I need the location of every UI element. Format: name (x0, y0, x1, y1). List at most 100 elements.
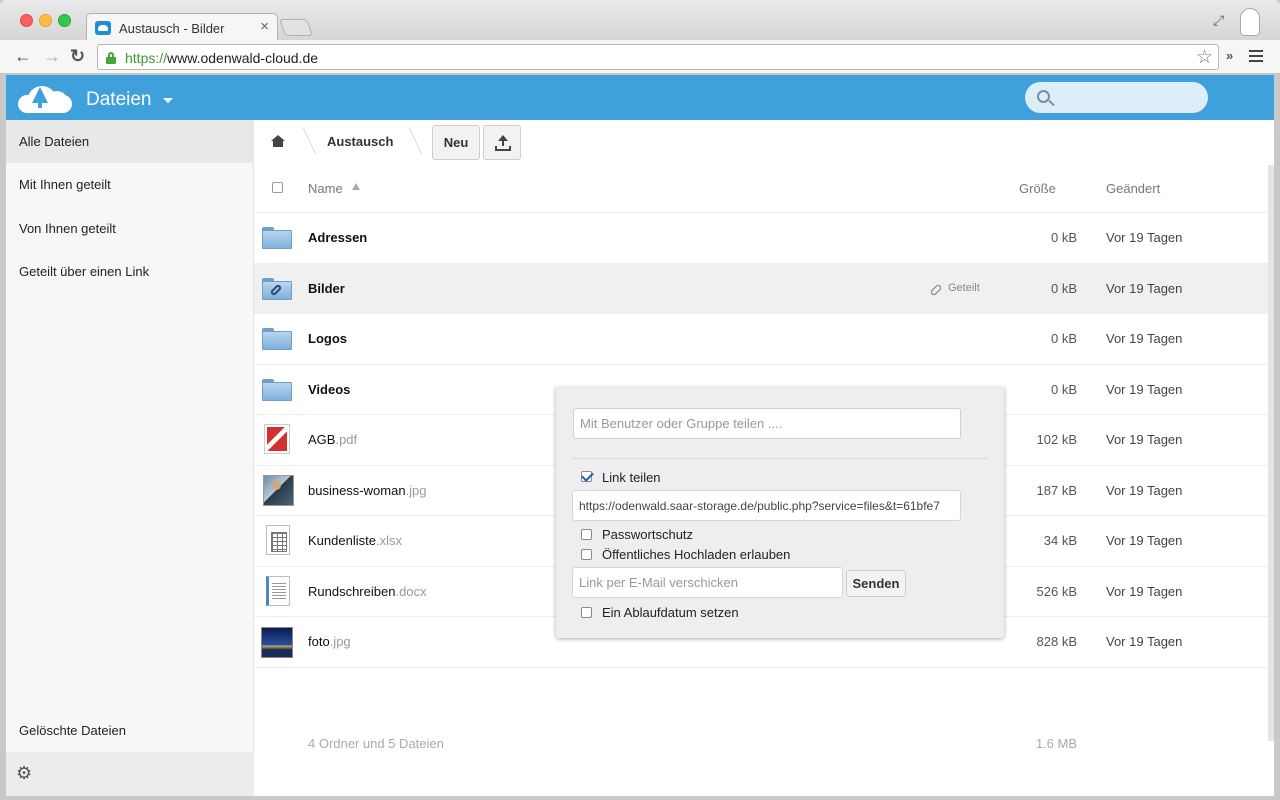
public-upload-label[interactable]: Öffentliches Hochladen erlauben (602, 547, 790, 562)
gear-icon[interactable]: ⚙ (16, 764, 32, 782)
sidebar-item-all-files[interactable]: Alle Dateien (6, 120, 254, 163)
column-header-name[interactable]: Name (308, 181, 343, 196)
app-menu-title[interactable]: Dateien (86, 89, 152, 111)
url-scheme: https:// (125, 50, 168, 66)
pdf-file-icon (264, 424, 290, 454)
file-basename: Kundenliste (308, 533, 376, 548)
extensions-chevron-icon[interactable]: » (1226, 48, 1233, 63)
divider (572, 458, 988, 459)
file-name[interactable]: Adressen (308, 230, 367, 245)
sort-ascending-icon[interactable] (352, 183, 360, 190)
breadcrumb-separator (289, 128, 317, 154)
folder-icon (262, 224, 292, 252)
file-modified: Vor 19 Tagen (1106, 482, 1183, 498)
breadcrumb-austausch[interactable]: Austausch (327, 134, 393, 149)
zoom-window-button[interactable] (58, 14, 71, 27)
back-arrow-icon[interactable]: ← (14, 46, 32, 66)
shared-status-label[interactable]: Geteilt (948, 282, 980, 294)
cloud-logo-icon[interactable] (18, 83, 74, 113)
column-header-size[interactable]: Größe (1019, 181, 1056, 196)
file-size: 0 kB (1050, 230, 1077, 245)
sidebar-item-shared-with-you[interactable]: Mit Ihnen geteilt (6, 163, 254, 206)
home-icon[interactable] (271, 135, 285, 147)
sidebar-item-shared-by-you[interactable]: Von Ihnen geteilt (6, 207, 254, 250)
chevron-down-icon[interactable] (163, 98, 173, 103)
browser-toolbar: ← → ↻ https://www.odenwald-cloud.de ☆ » (0, 40, 1280, 74)
file-size: 102 kB (1036, 432, 1077, 447)
browser-menu-icon[interactable] (1249, 50, 1263, 62)
minimize-window-button[interactable] (39, 14, 52, 27)
file-basename: AGB (308, 432, 336, 447)
address-bar[interactable]: https://www.odenwald-cloud.de ☆ (97, 44, 1219, 70)
tab-close-icon[interactable]: × (260, 18, 269, 35)
password-protect-checkbox[interactable] (581, 529, 592, 540)
file-modified: Vor 19 Tagen (1106, 432, 1183, 447)
file-size: 0 kB (1050, 331, 1077, 346)
table-row[interactable]: Logos 0 kB Vor 19 Tagen (254, 314, 1274, 365)
owncloud-app: Dateien Alle Dateien Mit Ihnen geteilt V… (6, 75, 1274, 796)
search-input[interactable] (1025, 82, 1208, 113)
file-modified: Vor 19 Tagen (1106, 381, 1183, 397)
sidebar-item-deleted-files[interactable]: Gelöschte Dateien (6, 709, 254, 752)
link-share-label[interactable]: Link teilen (602, 470, 661, 485)
lock-icon (106, 52, 116, 64)
url-text[interactable]: https://www.odenwald-cloud.de (125, 50, 318, 66)
file-modified: Vor 19 Tagen (1106, 280, 1183, 296)
profile-icon[interactable] (1240, 8, 1260, 36)
bookmark-star-icon[interactable]: ☆ (1196, 46, 1213, 69)
scrollbar[interactable] (1268, 165, 1274, 741)
file-name[interactable]: foto.jpg (308, 634, 351, 649)
file-name[interactable]: Logos (308, 331, 347, 346)
file-extension: .docx (395, 583, 427, 599)
search-icon (1037, 90, 1050, 103)
select-all-checkbox[interactable] (272, 182, 283, 193)
file-summary: 4 Ordner und 5 Dateien 1.6 MB (254, 718, 1274, 768)
password-protect-label[interactable]: Passwortschutz (602, 527, 693, 542)
new-button[interactable]: Neu (432, 125, 480, 160)
link-share-checkbox[interactable] (581, 471, 592, 482)
file-name[interactable]: business-woman.jpg (308, 483, 427, 498)
file-size: 187 kB (1036, 482, 1077, 498)
share-with-input[interactable] (573, 408, 961, 439)
shared-folder-icon (262, 275, 292, 303)
upload-icon (495, 135, 511, 151)
file-name[interactable]: Bilder (308, 281, 345, 296)
table-row[interactable]: Bilder Geteilt 0 kB Vor 19 Tagen (254, 263, 1274, 314)
image-thumbnail (263, 474, 294, 506)
file-name[interactable]: Rundschreiben.docx (308, 584, 427, 599)
tab-title: Austausch - Bilder (119, 21, 225, 36)
send-button[interactable]: Senden (846, 570, 906, 597)
file-size: 0 kB (1050, 280, 1077, 296)
file-extension: .jpg (405, 482, 427, 498)
new-tab-button[interactable] (278, 19, 314, 36)
settings-bar[interactable]: ⚙ (6, 752, 254, 796)
expiry-date-label[interactable]: Ein Ablaufdatum setzen (602, 605, 739, 620)
reload-icon[interactable]: ↻ (70, 46, 85, 66)
file-size: 34 kB (1043, 533, 1077, 548)
share-link-url-field[interactable] (572, 490, 961, 521)
cloud-favicon-icon (95, 21, 111, 35)
upload-button[interactable] (483, 125, 521, 160)
table-row[interactable]: Adressen 0 kB Vor 19 Tagen (254, 213, 1274, 264)
column-header-modified[interactable]: Geändert (1106, 181, 1160, 196)
fullscreen-icon[interactable]: ⤢ (1213, 12, 1224, 29)
document-file-icon (266, 575, 290, 606)
forward-arrow-icon[interactable]: → (43, 46, 61, 66)
expiry-date-checkbox[interactable] (581, 607, 592, 618)
public-upload-checkbox[interactable] (581, 549, 592, 560)
sidebar-item-shared-by-link[interactable]: Geteilt über einen Link (6, 250, 254, 293)
link-icon[interactable] (930, 283, 942, 295)
file-extension: .pdf (335, 432, 358, 447)
file-name[interactable]: Kundenliste.xlsx (308, 533, 402, 548)
close-window-button[interactable] (20, 14, 33, 27)
folder-icon (262, 325, 292, 353)
file-name[interactable]: AGB.pdf (308, 432, 357, 447)
file-modified: Vor 19 Tagen (1106, 634, 1183, 649)
summary-count: 4 Ordner und 5 Dateien (308, 736, 444, 751)
file-basename: business-woman (308, 482, 406, 498)
file-name[interactable]: Videos (308, 382, 350, 397)
file-extension: .xlsx (375, 533, 402, 548)
email-link-field[interactable] (572, 567, 843, 598)
browser-tab[interactable]: Austausch - Bilder × (86, 13, 278, 41)
controls-bar: Austausch Neu (254, 120, 1274, 164)
